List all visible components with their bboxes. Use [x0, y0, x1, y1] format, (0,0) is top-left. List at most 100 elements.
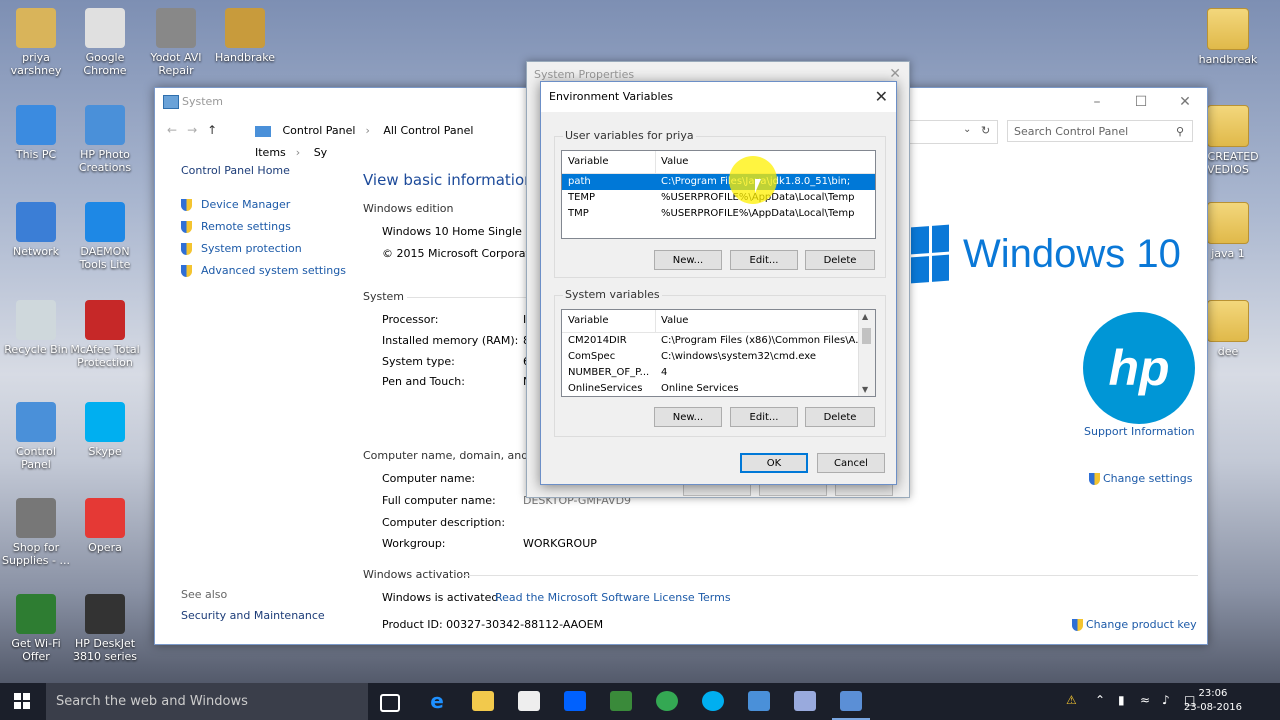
desktop-icon[interactable]: HP DeskJet 3810 series: [69, 594, 141, 663]
cancel-button[interactable]: Cancel: [817, 453, 885, 473]
user-new-button[interactable]: New...: [654, 250, 722, 270]
scroll-up-icon[interactable]: ▲: [862, 312, 868, 321]
variable-row[interactable]: TMP %USERPROFILE%\AppData\Local\Temp: [562, 206, 875, 222]
list-header: Variable Value: [562, 310, 875, 333]
dropbox-icon[interactable]: [564, 691, 586, 711]
desktop-icon-label: Google Chrome: [83, 51, 127, 77]
breadcrumb-item[interactable]: Control Panel: [283, 124, 356, 137]
desktop-icon[interactable]: This PC: [0, 105, 72, 161]
control-panel-home-link[interactable]: Control Panel Home: [181, 164, 346, 177]
desktop-icon[interactable]: Network: [0, 202, 72, 258]
variable-value: %USERPROFILE%\AppData\Local\Temp: [661, 208, 855, 219]
desktop-icon[interactable]: DAEMON Tools Lite: [69, 202, 141, 271]
wifi-icon[interactable]: ≈: [1140, 693, 1150, 707]
close-button[interactable]: ✕: [1163, 88, 1207, 116]
app-icon[interactable]: [794, 691, 816, 711]
forward-arrow-icon[interactable]: →: [187, 123, 207, 137]
col-value-header[interactable]: Value: [661, 151, 688, 173]
ok-button[interactable]: OK: [740, 453, 808, 473]
volume-icon[interactable]: ♪: [1162, 693, 1170, 707]
system-variables-list[interactable]: Variable Value CM2014DIR C:\Program Files…: [561, 309, 876, 397]
security-maintenance-link[interactable]: Security and Maintenance: [181, 609, 325, 622]
variable-row[interactable]: CM2014DIR C:\Program Files (x86)\Common F…: [562, 333, 875, 349]
app-icon[interactable]: [610, 691, 632, 711]
desktop-icon[interactable]: Google Chrome: [69, 8, 141, 77]
change-settings-link[interactable]: Change settings: [1089, 472, 1192, 485]
system-list-scrollbar[interactable]: ▲ ▼: [858, 310, 875, 396]
desktop-icon[interactable]: Opera: [69, 498, 141, 554]
chevron-up-icon[interactable]: ⌃: [1095, 693, 1105, 707]
start-button[interactable]: [14, 693, 30, 709]
props-close-icon[interactable]: ✕: [889, 66, 901, 82]
desktop-icon[interactable]: McAfee Total Protection: [69, 300, 141, 369]
computer-name-label: Computer name:: [382, 472, 476, 485]
maximize-button[interactable]: ☐: [1119, 88, 1163, 116]
desktop-icon[interactable]: HP Photo Creations: [69, 105, 141, 174]
desktop-icon-label: handbreak: [1198, 53, 1258, 66]
system-edit-button[interactable]: Edit...: [730, 407, 798, 427]
edge-icon[interactable]: e: [426, 691, 448, 711]
env-close-icon[interactable]: ✕: [875, 82, 888, 112]
clock[interactable]: 23:06 23-08-2016: [1184, 687, 1242, 715]
tripadvisor-icon[interactable]: [656, 691, 678, 711]
col-variable-header[interactable]: Variable: [568, 310, 609, 332]
up-arrow-icon[interactable]: ↑: [207, 123, 227, 137]
advanced-system-settings-link[interactable]: Advanced system settings: [181, 264, 346, 277]
file-explorer-icon[interactable]: [472, 691, 494, 711]
refresh-icon[interactable]: ↻: [981, 124, 990, 137]
system-title: System: [182, 95, 224, 108]
variable-row[interactable]: TEMP%USERPROFILE%\AppData\Local\Temp: [562, 190, 875, 206]
variable-row[interactable]: path C:\Program Files\Java\jdk1.8.0_51\bi…: [562, 174, 875, 190]
minimize-button[interactable]: –: [1075, 88, 1119, 116]
desktop-icon[interactable]: priya varshney: [0, 8, 72, 77]
env-title-bar[interactable]: Environment Variables ✕: [541, 82, 896, 112]
user-variables-list[interactable]: Variable Value path C:\Program Files\Java…: [561, 150, 876, 239]
battery-icon[interactable]: ▮: [1118, 693, 1125, 707]
system-protection-link[interactable]: System protection: [181, 242, 346, 255]
desktop-icon[interactable]: Skype: [69, 402, 141, 458]
warning-icon[interactable]: ⚠: [1066, 693, 1077, 707]
support-information-link[interactable]: Support Information: [1084, 425, 1195, 438]
scroll-down-icon[interactable]: ▼: [862, 385, 868, 394]
ram-label: Installed memory (RAM):: [382, 334, 519, 347]
link-label: Remote settings: [201, 220, 291, 233]
back-arrow-icon[interactable]: ←: [167, 123, 187, 137]
nav-arrows[interactable]: ←→↑: [167, 123, 227, 137]
user-edit-button[interactable]: Edit...: [730, 250, 798, 270]
desktop-icon[interactable]: Recycle Bin: [0, 300, 72, 356]
remote-settings-link[interactable]: Remote settings: [181, 220, 346, 233]
variable-row[interactable]: NUMBER_OF_P... 4: [562, 365, 875, 381]
col-variable-header[interactable]: Variable: [568, 151, 609, 173]
system-taskbar-icon[interactable]: [832, 691, 870, 720]
desktop-icon[interactable]: Handbrake: [209, 8, 281, 64]
desktop-icon[interactable]: Yodot AVI Repair: [140, 8, 212, 77]
skype-taskbar-icon[interactable]: [702, 691, 724, 711]
shield-icon: [181, 264, 192, 277]
task-view-icon[interactable]: [380, 694, 400, 712]
change-settings-label: Change settings: [1103, 472, 1193, 485]
search-input[interactable]: Search Control Panel ⚲: [1007, 120, 1193, 142]
divider: [407, 297, 527, 298]
license-terms-link[interactable]: Read the Microsoft Software License Term…: [495, 591, 731, 604]
breadcrumb-item[interactable]: Sy: [314, 146, 328, 159]
scroll-thumb[interactable]: [862, 328, 871, 344]
system-new-button[interactable]: New...: [654, 407, 722, 427]
taskbar-search[interactable]: Search the web and Windows: [46, 683, 368, 720]
breadcrumb[interactable]: Control Panel › All Control Panel Items › …: [255, 120, 525, 159]
desktop-icon[interactable]: Control Panel: [0, 402, 72, 471]
system-delete-button[interactable]: Delete: [805, 407, 875, 427]
col-value-header[interactable]: Value: [661, 310, 688, 332]
variable-row[interactable]: ComSpec C:\windows\system32\cmd.exe: [562, 349, 875, 365]
shield-icon: [181, 198, 192, 211]
chevron-down-icon[interactable]: ⌄: [963, 124, 971, 135]
device-manager-link[interactable]: Device Manager: [181, 198, 346, 211]
store-icon[interactable]: [518, 691, 540, 711]
address-dropdown[interactable]: ⌄ ↻: [909, 120, 998, 144]
variable-row[interactable]: OnlineServices Online Services: [562, 381, 875, 396]
desktop-icon[interactable]: handbreak: [1192, 8, 1264, 66]
change-product-key-link[interactable]: Change product key: [1072, 618, 1197, 631]
user-delete-button[interactable]: Delete: [805, 250, 875, 270]
control-panel-taskbar-icon[interactable]: [748, 691, 770, 711]
desktop-icon[interactable]: Shop for Supplies - ...: [0, 498, 72, 567]
desktop-icon[interactable]: Get Wi-Fi Offer: [0, 594, 72, 663]
